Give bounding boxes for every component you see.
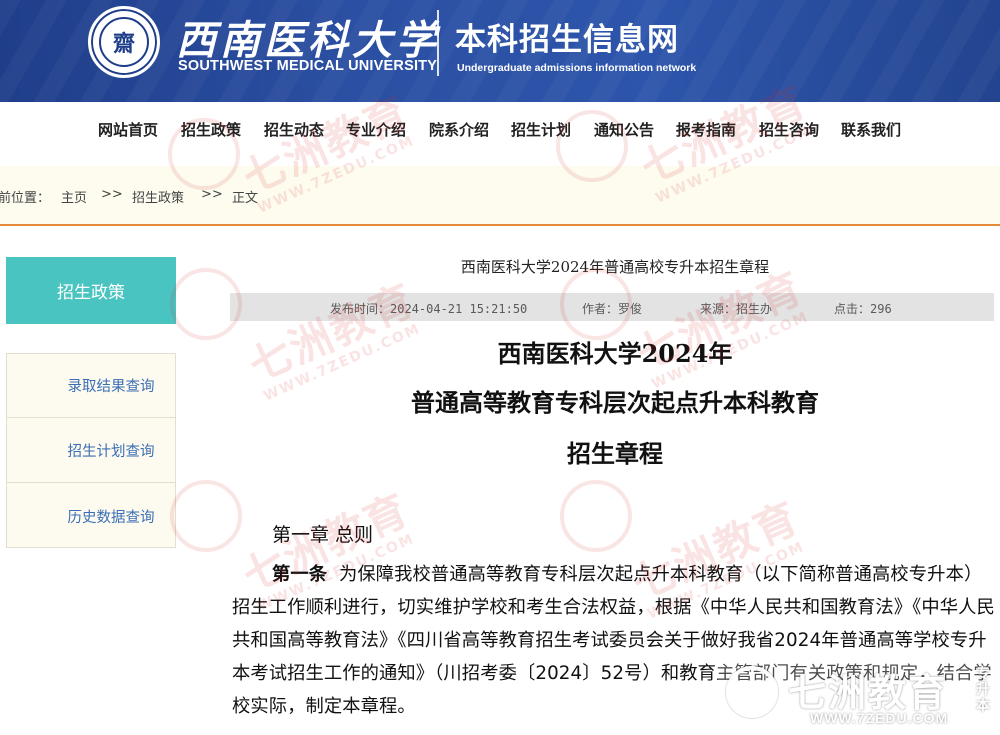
watermark-seal <box>560 480 632 552</box>
sidebar-item-enrollment-plan[interactable]: 招生计划查询 <box>7 419 175 483</box>
corner-brand-url: WWW.7ZEDU.COM <box>810 710 949 726</box>
nav-policy[interactable]: 招生政策 <box>181 119 241 143</box>
university-seal-logo[interactable]: 齋 <box>88 6 160 78</box>
seal-glyph: 齋 <box>99 17 149 67</box>
corner-brand-text: 七洲教育 <box>788 671 949 715</box>
accent-divider <box>0 224 1000 226</box>
sidebar-title[interactable]: 招生政策 <box>6 257 176 324</box>
nav-home[interactable]: 网站首页 <box>98 119 158 143</box>
article-label: 第一条 <box>272 564 328 585</box>
brand-ring-icon <box>726 666 778 718</box>
breadcrumb-section[interactable]: 招生政策 <box>132 187 184 206</box>
corner-brand-logo[interactable]: 七洲教育 WWW.7ZEDU.COM 专升本 <box>718 660 1000 735</box>
nav-notices[interactable]: 通知公告 <box>594 119 654 143</box>
article-heading-line-2: 普通高等教育专科层次起点升本科教育 <box>411 388 819 417</box>
article-heading-line-3: 招生章程 <box>567 439 663 468</box>
header-divider <box>437 10 439 76</box>
breadcrumb-current: 正文 <box>232 191 259 206</box>
breadcrumb-prefix: 前位置： <box>0 191 51 206</box>
nav-consult[interactable]: 招生咨询 <box>759 119 819 143</box>
sidebar-item-historical-data[interactable]: 历史数据查询 <box>7 484 175 548</box>
nav-news[interactable]: 招生动态 <box>264 119 324 143</box>
article-source: 来源：招生办 <box>700 302 773 316</box>
corner-brand-tag: 专升本 <box>976 666 990 714</box>
publish-time: 发布时间：2024-04-21 15:21:50 <box>330 302 528 316</box>
nav-departments[interactable]: 院系介绍 <box>429 119 489 143</box>
chapter-heading: 第一章 总则 <box>272 524 374 546</box>
article-title: 西南医科大学2024年普通高校专升本招生章程 <box>460 258 770 276</box>
breadcrumb-separator: >> <box>201 187 223 202</box>
breadcrumb-home[interactable]: 主页 <box>61 187 87 206</box>
main-nav: 网站首页 招生政策 招生动态 专业介绍 院系介绍 招生计划 通知公告 报考指南 … <box>0 102 1000 166</box>
article-heading-line-1: 西南医科大学2024年 <box>497 339 733 368</box>
nav-guide[interactable]: 报考指南 <box>676 119 736 143</box>
sidebar-links: 录取结果查询 招生计划查询 历史数据查询 <box>6 353 176 548</box>
nav-plan[interactable]: 招生计划 <box>511 119 571 143</box>
site-name-en: Undergraduate admissions information net… <box>457 62 697 74</box>
nav-contact[interactable]: 联系我们 <box>841 119 901 143</box>
sidebar-item-admission-results[interactable]: 录取结果查询 <box>7 354 175 418</box>
header-banner: 齋 西南医科大学 SOUTHWEST MEDICAL UNIVERSITY 本科… <box>0 0 1000 102</box>
site-name-cn: 本科招生信息网 <box>455 22 679 58</box>
article-author: 作者：罗俊 <box>582 302 643 316</box>
watermark-seal <box>170 480 242 552</box>
nav-majors[interactable]: 专业介绍 <box>346 119 406 143</box>
article-meta-bar: 发布时间：2024-04-21 15:21:50 作者：罗俊 来源：招生办 点击… <box>230 293 994 321</box>
breadcrumb: 前位置： 主页 >> 招生政策 >> 正文 <box>0 166 1000 224</box>
university-name-en: SOUTHWEST MEDICAL UNIVERSITY <box>178 58 438 74</box>
breadcrumb-separator: >> <box>101 187 123 202</box>
click-count: 点击：296 <box>834 302 892 316</box>
